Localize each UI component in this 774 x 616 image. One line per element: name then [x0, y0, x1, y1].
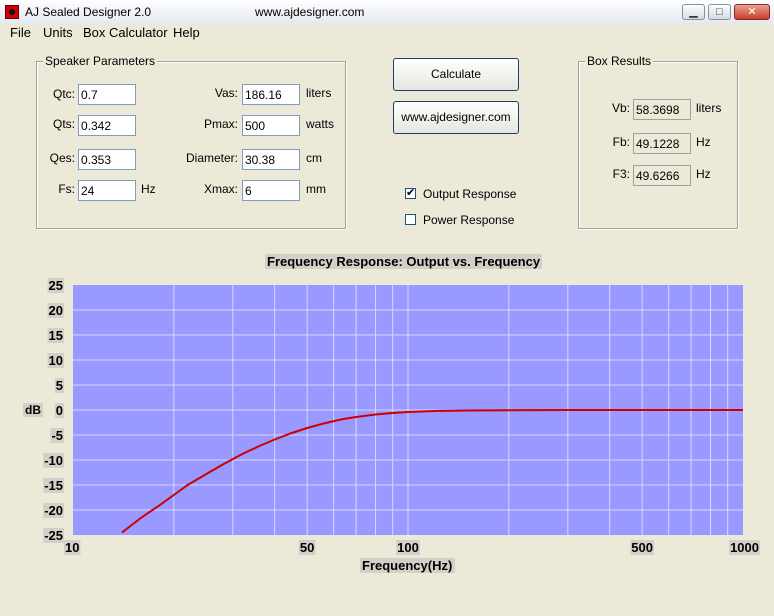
- speaker-parameters-title: Speaker Parameters: [43, 54, 158, 68]
- x-axis-label-bg: [360, 558, 455, 573]
- close-button[interactable]: ✕: [734, 4, 770, 20]
- x-tick-label-bg: [64, 540, 81, 555]
- y-tick-label-bg: [47, 353, 64, 368]
- x-tick-label-bg: [630, 540, 655, 555]
- fb-label: Fb:: [612, 135, 630, 149]
- calculate-button[interactable]: Calculate: [393, 58, 519, 91]
- y-tick-label: -10: [44, 453, 63, 468]
- diameter-label: Diameter:: [185, 151, 238, 165]
- y-tick-label: 0: [56, 403, 63, 418]
- qtc-label: Qtc:: [52, 87, 75, 101]
- menu-box-calculator[interactable]: Box Calculator: [83, 25, 168, 40]
- x-tick-label: 500: [631, 540, 653, 555]
- y-tick-label-bg: [43, 528, 64, 543]
- fs-label: Fs:: [58, 182, 75, 196]
- diameter-unit: cm: [306, 151, 322, 165]
- y-tick-labels: 25 20 15 10 5 0 -5 -10 -15 -20 -25: [43, 278, 64, 543]
- y-tick-label: 25: [49, 278, 63, 293]
- xmax-label: Xmax:: [203, 182, 238, 196]
- f3-unit: Hz: [696, 167, 711, 181]
- fs-field[interactable]: [78, 180, 136, 201]
- xmax-field[interactable]: [242, 180, 300, 201]
- chart-title: Frequency Response: Output vs. Frequency: [265, 254, 543, 269]
- vas-unit: liters: [306, 86, 332, 100]
- fb-unit: Hz: [696, 135, 711, 149]
- x-tick-labels: 10 50 100 500 1000: [64, 540, 760, 555]
- maximize-button[interactable]: □: [708, 4, 731, 20]
- y-tick-label-bg: [54, 378, 64, 393]
- app-icon[interactable]: [5, 5, 19, 19]
- vb-label: Vb:: [611, 101, 630, 115]
- y-tick-label: -15: [44, 478, 63, 493]
- response-curve: [121, 409, 743, 534]
- y-tick-label-bg: [54, 403, 64, 418]
- box-results-title: Box Results: [585, 54, 654, 68]
- qes-field[interactable]: [78, 149, 136, 170]
- vas-field[interactable]: [242, 84, 300, 105]
- y-tick-label-bg: [50, 428, 64, 443]
- x-tick-label: 100: [397, 540, 419, 555]
- y-tick-label: 15: [49, 328, 63, 343]
- x-tick-label-bg: [396, 540, 420, 555]
- fs-unit: Hz: [141, 182, 156, 196]
- x-tick-label: 10: [65, 540, 79, 555]
- qes-label: Qes:: [49, 151, 75, 165]
- x-axis-label: Frequency(Hz): [362, 558, 452, 573]
- vb-unit: liters: [696, 101, 722, 115]
- vas-label: Vas:: [214, 86, 238, 100]
- title-bar: AJ Sealed Designer 2.0 www.ajdesigner.co…: [0, 0, 774, 25]
- chart-grid: [73, 285, 743, 535]
- y-tick-label: 10: [49, 353, 63, 368]
- fb-value: 49.1228: [633, 133, 691, 154]
- x-tick-label: 1000: [730, 540, 759, 555]
- qtc-field[interactable]: [78, 84, 136, 105]
- xmax-unit: mm: [306, 182, 326, 196]
- menu-file[interactable]: File: [10, 25, 31, 40]
- website-button[interactable]: www.ajdesigner.com: [393, 101, 519, 134]
- output-response-checkbox[interactable]: ✔: [405, 188, 416, 199]
- y-tick-label-bg: [43, 453, 64, 468]
- pmax-label: Pmax:: [203, 117, 238, 131]
- y-tick-label: 5: [56, 378, 63, 393]
- menu-help[interactable]: Help: [173, 25, 200, 40]
- window-title: AJ Sealed Designer 2.0: [25, 5, 152, 19]
- output-response-label: Output Response: [423, 187, 517, 201]
- y-tick-label-bg: [47, 303, 64, 318]
- f3-label: F3:: [612, 167, 630, 181]
- y-axis-label-bg: [23, 403, 43, 417]
- menu-bar: File Units Box Calculator Help: [0, 24, 774, 42]
- x-tick-label-bg: [729, 540, 760, 555]
- y-axis-label: dB: [25, 403, 41, 417]
- minimize-button[interactable]: ▁: [682, 4, 705, 20]
- y-tick-label-bg: [43, 503, 64, 518]
- menu-units[interactable]: Units: [43, 25, 73, 40]
- f3-value: 49.6266: [633, 165, 691, 186]
- x-tick-label-bg: [298, 540, 316, 555]
- y-tick-label: -20: [44, 503, 63, 518]
- y-tick-label: -25: [44, 528, 63, 543]
- qts-field[interactable]: [78, 115, 136, 136]
- diameter-field[interactable]: [242, 149, 300, 170]
- y-tick-label-bg: [43, 478, 64, 493]
- plot-area: [73, 285, 743, 535]
- x-tick-label: 50: [300, 540, 314, 555]
- power-response-label: Power Response: [423, 213, 515, 227]
- vb-value: 58.3698: [633, 99, 691, 120]
- pmax-field[interactable]: [242, 115, 300, 136]
- power-response-checkbox[interactable]: [405, 214, 416, 225]
- pmax-unit: watts: [306, 117, 335, 131]
- y-tick-label-bg: [47, 278, 64, 293]
- qts-label: Qts:: [52, 117, 75, 131]
- y-tick-label-bg: [47, 328, 64, 343]
- y-tick-label: 20: [49, 303, 63, 318]
- y-tick-label: -5: [51, 428, 63, 443]
- title-url: www.ajdesigner.com: [255, 5, 365, 19]
